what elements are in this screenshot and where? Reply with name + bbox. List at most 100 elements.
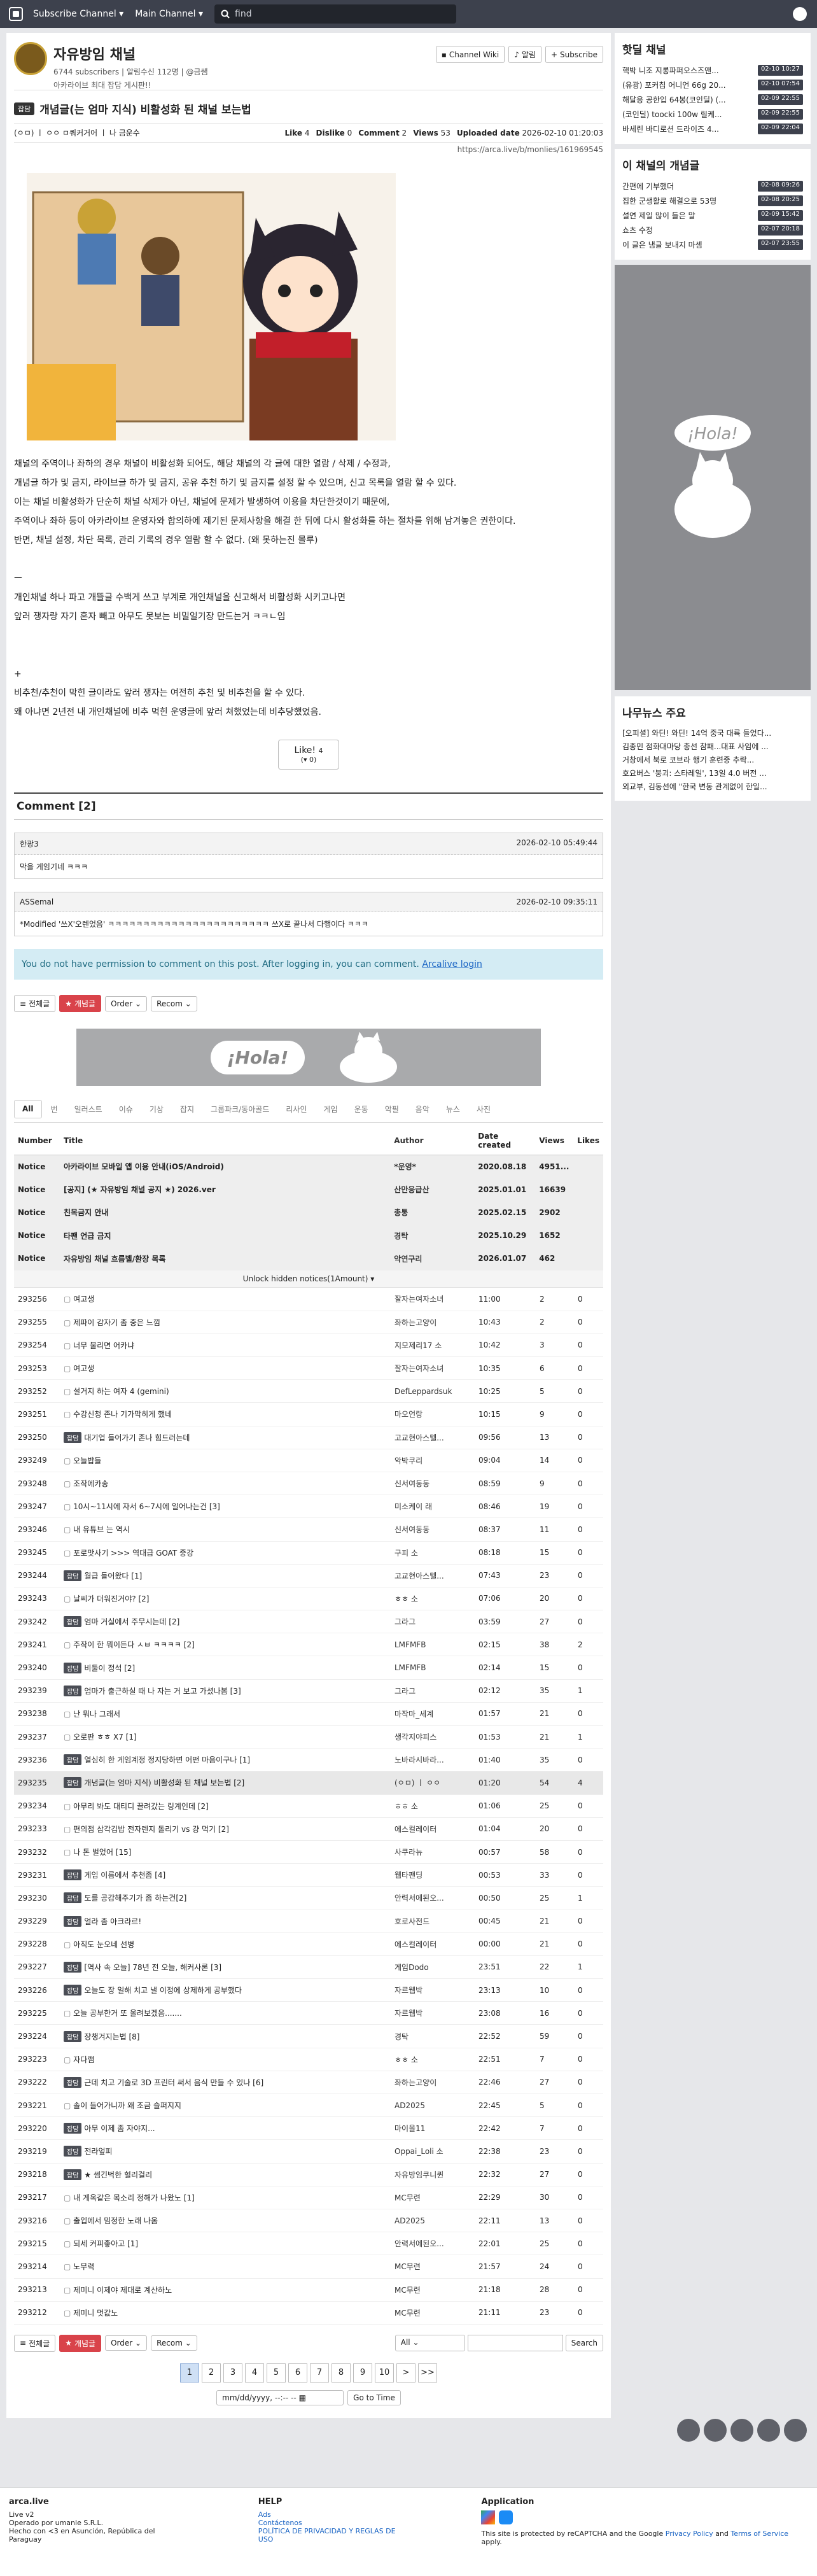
table-row[interactable]: 293247 ▢ 10시~11시에 자서 6~7시에 일어나는건 [3] 미소케이 … [14,1495,603,1519]
row-author[interactable]: ㅎㅎ 소 [391,1794,475,1818]
row-title-cell[interactable]: 잡담 아무 이제 좀 자야지... [60,2116,391,2141]
table-row[interactable]: 293221 ▢ 솔이 들어가니까 왜 조금 슬퍼지지 AD2025 22:45 5 0 [14,2094,603,2118]
row-author[interactable]: 경탁 [391,2024,475,2048]
row-author[interactable]: 좌하는고양이 [391,2071,475,2095]
row-title[interactable]: 제파이 감자기 좀 중은 느낌 [73,1318,160,1327]
table-row[interactable]: 293212 ▢ 제미니 멋값노 MC무련 21:11 23 0 [14,2301,603,2325]
sidebar-item[interactable]: 집한 군생활로 해결으로 53명 02-08 20:25 [622,194,803,208]
notify-button[interactable]: ♪ 알림 [508,46,541,63]
row-title-cell[interactable]: 잡담 비둘이 정석 [2] [60,1656,391,1680]
table-row[interactable]: 293249 ▢ 오늘밥들 악박쿠리 09:04 14 0 [14,1449,603,1472]
table-row[interactable]: 293246 ▢ 내 유튜브 는 역시 신서여동동 08:37 11 0 [14,1517,603,1542]
row-title-cell[interactable]: 잡담 엄마 거실에서 주무시는데 [2] [60,1610,391,1634]
row-author[interactable]: AD2025 [391,2209,475,2233]
notice-title[interactable]: 아카라이브 모바일 앱 이용 안내(iOS/Android) [60,1155,391,1179]
notice-row[interactable]: Notice 친목금지 안내 총통 2025.02.15 2902 [14,1200,603,1225]
footer-policy-link[interactable]: POLÍTICA DE PRIVACIDAD Y REGLAS DE USO [258,2527,396,2544]
row-author[interactable]: 지모제리17 소 [391,1334,475,1358]
category-tab[interactable]: 악필 [377,1100,407,1118]
sidebar-item[interactable]: (코인딜) toocki 100w 릴케... 02-09 22:55 [622,107,803,122]
notice-row[interactable]: Notice 자유방임 채널 흐름벨/환장 목록 악연구리 2026.01.07 462 [14,1247,603,1270]
article-url[interactable]: https://arca.live/b/monlies/161969545 [14,145,603,154]
row-title[interactable]: 아무리 봐도 대티디 끌려갔는 링계인데 [2] [73,1802,209,1811]
sidebar-item[interactable]: 쇼츠 수정 02-07 20:18 [622,223,803,237]
row-title-cell[interactable]: ▢ 자다깸 [60,2048,391,2071]
table-row[interactable]: 293248 ▢ 조작에카송 신서여동동 08:59 9 0 [14,1472,603,1496]
copy-icon[interactable] [704,2419,727,2442]
page-button[interactable]: 4 [245,2363,264,2382]
row-title[interactable]: 날씨가 더워진거야? [2] [73,1594,149,1603]
table-row[interactable]: 293243 ▢ 날씨가 더워진거야? [2] ㅎㅎ 소 07:06 20 0 [14,1587,603,1611]
page-button[interactable]: 1 [180,2363,199,2382]
table-row[interactable]: 293213 ▢ 제미니 이제야 제대로 계산하노 MC무련 21:18 28 0 [14,2278,603,2302]
row-title[interactable]: 주작이 한 뭐이든다 ㅅㅂ ㅋㅋㅋㅋ [2] [73,1640,195,1649]
row-author[interactable]: (ㅇㅁ) ㅣ ㅇㅇ [391,1771,475,1795]
board-search-input[interactable] [467,2335,563,2352]
category-tab[interactable]: 리사인 [278,1100,314,1118]
best-posts-title[interactable]: 이 채널의 개념글 [622,157,803,172]
table-row[interactable]: 293239 잡담 엄마가 출근하실 때 나 자는 거 보고 가셨나봄 [3] 그라그… [14,1679,603,1703]
row-title[interactable]: 대기업 들어가기 존나 힘드러는데 [84,1433,190,1442]
news-item[interactable]: 호요버스 '붕괴: 스타레일', 13일 4.0 버전 ... [622,766,803,780]
category-tab[interactable]: 운동 [347,1100,376,1118]
sidebar-item[interactable]: 해달응 공한입 64봉(코인딜) (... 02-09 22:55 [622,92,803,107]
table-row[interactable]: 293216 ▢ 출입에서 밈정한 노래 나옴 AD2025 22:11 13 0 [14,2209,603,2233]
notice-row[interactable]: Notice 타팬 언급 금지 경탁 2025.10.29 1652 [14,1224,603,1248]
table-row[interactable]: 293223 ▢ 자다깸 ㅎㅎ 소 22:51 7 0 [14,2048,603,2071]
row-title-cell[interactable]: ▢ 편의점 삼각김밥 전자렌지 돌리기 vs 걍 먹기 [2] [60,1817,391,1841]
sidebar-item-title[interactable]: 설연 제일 많이 들은 말 [622,210,695,221]
row-title-cell[interactable]: 잡담 [역사 속 오늘] 78년 전 오늘, 해커사론 [3] [60,1955,391,1980]
category-tab[interactable]: All [14,1100,42,1118]
row-title-cell[interactable]: ▢ 제미니 이제야 제대로 계산하노 [60,2278,391,2302]
sidebar-item[interactable]: 핵박 니조 지롱파퍼오스즈앤... 02-10 10:27 [622,63,803,78]
category-tab[interactable]: 기상 [142,1100,171,1118]
row-author[interactable]: 그라그 [391,1679,475,1703]
row-title[interactable]: 아직도 눈오네 선병 [73,1940,134,1949]
row-author[interactable]: 노바라시바라... [391,1748,475,1772]
table-row[interactable]: 293244 잡담 월급 들어왔다 [1] 고교현아스텔... 07:43 23 0 [14,1564,603,1587]
row-title[interactable]: 여고생 [73,1295,94,1304]
row-title[interactable]: 되세 커피좋아고 [1] [73,2239,138,2248]
like-button[interactable]: Like! 4 (▾ 0) [278,740,339,770]
date-input[interactable]: mm/dd/yyyy, --:-- -- ▦ [216,2389,344,2405]
subscribe-channel-menu[interactable]: Subscribe Channel ▾ [33,9,123,19]
row-title-cell[interactable]: 잡담 근데 치고 기술로 3D 프린터 써서 음식 만들 수 있나 [6] [60,2071,391,2095]
category-tab[interactable]: 번 [43,1100,66,1118]
table-row[interactable]: 293233 ▢ 편의점 삼각김밥 전자렌지 돌리기 vs 걍 먹기 [2] 에스컬… [14,1817,603,1841]
table-row[interactable]: 293251 ▢ 수강신청 존나 기가막히게 했네 마오언랑 10:15 9 0 [14,1402,603,1426]
row-author[interactable]: AD2025 [391,2094,475,2118]
news-item[interactable]: 외교부, 김동선에 "한국 변동 관계없이 한일... [622,780,803,793]
sidebar-item-title[interactable]: 쇼츠 수정 [622,225,653,236]
row-title-cell[interactable]: 잡담 전라엎피 [60,2139,391,2164]
row-title[interactable]: 오늘 공부한거 또 올려보겠음....... [73,2009,182,2018]
channel-name[interactable]: 자유방임 채널 [53,43,208,64]
notice-title[interactable]: [공지] (★ 자유방임 채널 공지 ★) 2026.ver [60,1178,391,1202]
row-author[interactable]: 자르웹박 [391,1978,475,2002]
app-store-icon[interactable] [499,2510,513,2524]
notice-title[interactable]: 자유방임 채널 흐름벨/환장 목록 [60,1247,391,1270]
table-row[interactable]: 293230 잡담 도를 공감해주기가 좀 하는건[2] 안력서에된오... 00:50… [14,1886,603,1910]
row-title-cell[interactable]: 잡담 얼라 좀 아크라르! [60,1910,391,1933]
row-title[interactable]: 엄마 거실에서 주무시는데 [2] [84,1617,179,1626]
row-title[interactable]: 아무 이제 좀 자야지... [84,2124,155,2133]
row-author[interactable]: DefLeppardsuk [391,1379,475,1404]
category-tab[interactable]: 이슈 [111,1100,141,1118]
arca-logo-icon[interactable] [9,7,23,21]
row-title-cell[interactable]: ▢ 너무 불리면 어카냐 [60,1334,391,1358]
page-button[interactable]: 10 [375,2363,394,2382]
row-title-cell[interactable]: ▢ 주작이 한 뭐이든다 ㅅㅂ ㅋㅋㅋㅋ [2] [60,1633,391,1657]
channel-wiki-button[interactable]: ▪ Channel Wiki [435,46,505,63]
category-tab[interactable]: 게임 [316,1100,346,1118]
row-title-cell[interactable]: 잡담 엄마가 출근하실 때 나 자는 거 보고 가셨나봄 [3] [60,1679,391,1703]
row-title-cell[interactable]: ▢ 설거지 하는 여자 4 (gemini) [60,1379,391,1404]
row-title-cell[interactable]: 잡담 대기업 들어가기 존나 힘드러는데 [60,1426,391,1449]
row-author[interactable]: 신서여동동 [391,1517,475,1542]
row-title[interactable]: 얼라 좀 아크라르! [84,1917,141,1926]
row-title-cell[interactable]: ▢ 내 게옥같은 목소리 정해가 나왔노 [1] [60,2186,391,2209]
google-play-icon[interactable] [481,2510,496,2524]
table-row[interactable]: 293242 잡담 엄마 거실에서 주무시는데 [2] 그라그 03:59 27 0 [14,1610,603,1634]
row-author[interactable]: MC무련 [391,2278,475,2302]
main-channel-menu[interactable]: Main Channel ▾ [135,9,203,19]
row-title[interactable]: 난 뭐나 그래서 [73,1710,120,1719]
row-author[interactable]: 잘자는여자소녀 [391,1287,475,1311]
